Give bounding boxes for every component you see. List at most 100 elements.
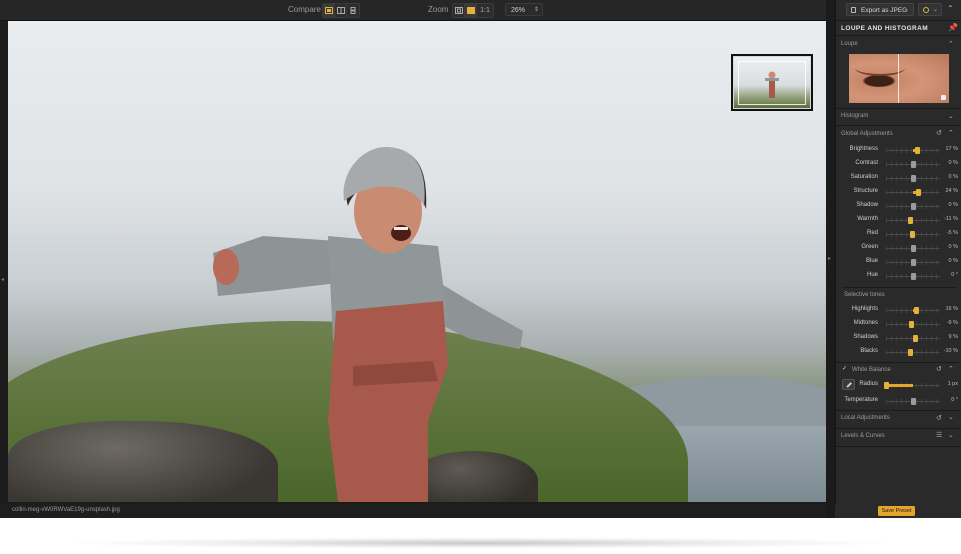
- reset-icon[interactable]: ↺: [936, 129, 942, 137]
- slider-row-blacks: Blacks -10 %: [836, 346, 961, 358]
- chevron-up-icon[interactable]: ⌃: [948, 129, 954, 137]
- zoom-level-select[interactable]: 26% ⇕: [505, 3, 543, 16]
- stacked-view-icon: [350, 7, 356, 14]
- save-preset-button[interactable]: Save Preset: [878, 506, 915, 516]
- slider-track[interactable]: [886, 175, 940, 182]
- split-view-icon: [336, 7, 345, 14]
- slider-handle[interactable]: [884, 382, 889, 389]
- chevron-up-icon[interactable]: ⌃: [948, 365, 954, 373]
- slider-handle[interactable]: [914, 307, 920, 314]
- chevron-down-icon: ⌄: [903, 7, 909, 13]
- panel-divider: [836, 35, 961, 36]
- slider-label: Shadows: [853, 334, 878, 340]
- slider-value: -10 %: [943, 348, 958, 354]
- slider-track[interactable]: [886, 245, 940, 252]
- slider-value: 16 %: [945, 306, 958, 312]
- slider-track[interactable]: [886, 147, 940, 154]
- slider-handle[interactable]: [913, 335, 919, 342]
- slider-handle[interactable]: [914, 147, 920, 154]
- slider-value: -9 %: [946, 320, 958, 326]
- slider-track[interactable]: [886, 273, 940, 280]
- slider-handle[interactable]: [911, 398, 916, 405]
- navigator-viewport-frame[interactable]: [738, 61, 806, 105]
- sync-button[interactable]: ⌄: [918, 3, 942, 16]
- slider-track[interactable]: [886, 189, 940, 196]
- compare-split-button[interactable]: [335, 4, 347, 17]
- panel-divider: [836, 362, 961, 363]
- slider-handle[interactable]: [908, 217, 914, 224]
- slider-track[interactable]: [886, 398, 940, 405]
- chevron-down-icon[interactable]: ⌄: [948, 431, 954, 439]
- levels-curves-header[interactable]: Levels & Curves: [841, 433, 885, 439]
- slider-value: 0 %: [948, 174, 958, 180]
- panel-divider: [842, 287, 956, 288]
- reset-icon[interactable]: ↺: [936, 365, 942, 373]
- zoom-fit-button[interactable]: [453, 4, 465, 17]
- list-icon[interactable]: ☰: [936, 431, 942, 439]
- compare-side-button[interactable]: [347, 4, 359, 17]
- slider-handle[interactable]: [911, 203, 916, 210]
- slider-handle[interactable]: [916, 189, 922, 196]
- slider-label: Hue: [866, 272, 878, 278]
- loupe-preview: [849, 54, 949, 103]
- slider-handle[interactable]: [911, 175, 916, 182]
- slider-label: Red: [866, 230, 878, 236]
- slider-track[interactable]: [886, 259, 940, 266]
- slider-value: 0 °: [951, 272, 958, 278]
- slider-handle[interactable]: [911, 259, 916, 266]
- loupe-section-header[interactable]: Loupe: [841, 41, 858, 47]
- slider-handle[interactable]: [911, 245, 916, 252]
- slider-label: Contrast: [855, 160, 878, 166]
- slider-handle[interactable]: [911, 161, 916, 168]
- global-adjustments-header[interactable]: Global Adjustments: [841, 131, 893, 137]
- export-button[interactable]: Export as JPEG ⌄: [846, 3, 914, 16]
- right-panel-edge: ▸: [826, 0, 835, 518]
- slider-handle[interactable]: [911, 273, 916, 280]
- slider-track[interactable]: [886, 231, 940, 238]
- reset-icon[interactable]: ↺: [936, 414, 942, 422]
- slider-label: Structure: [853, 188, 878, 194]
- slider-label: Highlights: [851, 306, 878, 312]
- collapse-panel-icon[interactable]: ⌃: [947, 4, 954, 13]
- slider-row-radius: Radius 1 px: [836, 379, 961, 391]
- image-canvas[interactable]: ◂: [0, 21, 826, 504]
- lock-icon: [851, 7, 856, 13]
- slider-track[interactable]: [886, 349, 940, 356]
- slider-label: Temperature: [844, 397, 878, 403]
- zoom-fill-button[interactable]: [465, 4, 477, 17]
- histogram-section-header[interactable]: Histogram: [841, 113, 868, 119]
- slider-track[interactable]: [886, 161, 940, 168]
- panel-title: LOUPE AND HISTOGRAM: [841, 25, 929, 32]
- slider-handle[interactable]: [908, 321, 914, 328]
- zoom-1-1-button[interactable]: 1:1: [477, 4, 493, 17]
- compare-single-button[interactable]: [323, 4, 335, 17]
- white-balance-checkbox[interactable]: ✓: [842, 366, 848, 372]
- slider-track[interactable]: [886, 203, 940, 210]
- chevron-down-icon[interactable]: ⌄: [948, 112, 954, 120]
- navigator-thumbnail[interactable]: [733, 56, 811, 109]
- slider-track[interactable]: [886, 307, 940, 314]
- photo-preview[interactable]: [8, 21, 826, 502]
- slider-value: 24 %: [945, 188, 958, 194]
- slider-value: 1 px: [947, 381, 958, 387]
- zoom-label: Zoom: [428, 5, 449, 14]
- chevron-up-icon[interactable]: ⌃: [948, 40, 954, 48]
- slider-row-midtones: Midtones -9 %: [836, 318, 961, 330]
- left-panel-toggle-icon[interactable]: ◂: [1, 276, 4, 283]
- slider-track[interactable]: [884, 382, 940, 389]
- right-panel-toggle-icon[interactable]: ▸: [828, 255, 831, 262]
- slider-track[interactable]: [886, 217, 940, 224]
- slider-track[interactable]: [886, 335, 940, 342]
- slider-track[interactable]: [886, 321, 940, 328]
- local-adjustments-header[interactable]: Local Adjustments: [841, 415, 890, 421]
- compare-mode-group: [322, 3, 360, 18]
- slider-handle[interactable]: [908, 349, 914, 356]
- white-balance-header[interactable]: White Balance: [852, 367, 891, 373]
- slider-row-contrast: Contrast 0 %: [836, 158, 961, 170]
- window-drop-shadow: [60, 537, 900, 549]
- chevron-down-icon[interactable]: ⌄: [948, 413, 954, 421]
- slider-value: 0 %: [948, 202, 958, 208]
- slider-handle[interactable]: [909, 231, 915, 238]
- status-bar: collin-meg-vW0RWVaE19g-unsplash.jpg: [0, 504, 826, 518]
- pin-icon[interactable]: 📌: [948, 23, 958, 32]
